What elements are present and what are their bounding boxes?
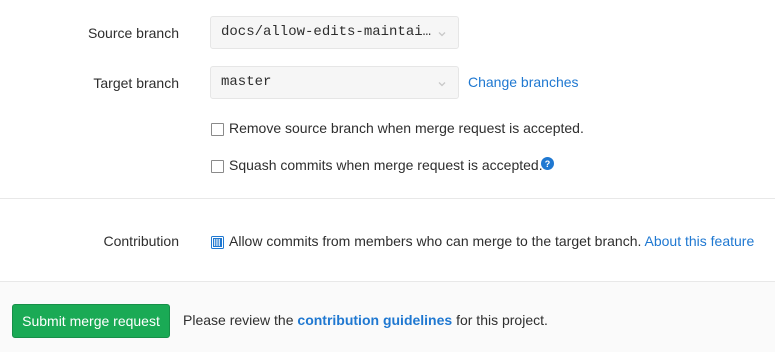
source-branch-select[interactable]: docs/allow-edits-maintainers [210,16,459,49]
note-before-text: Please review the [183,312,294,328]
target-branch-label: Target branch [93,75,179,91]
remove-source-branch-checkbox[interactable] [211,123,224,136]
source-branch-value: docs/allow-edits-maintainers [221,24,433,40]
allow-commits-text: Allow commits from members who can merge… [229,233,642,249]
about-this-feature-link[interactable]: About this feature [645,233,755,249]
contribution-guidelines-link[interactable]: contribution guidelines [297,312,452,328]
remove-source-branch-label: Remove source branch when merge request … [229,120,584,136]
section-divider [0,198,775,199]
squash-commits-checkbox[interactable] [211,160,224,173]
chevron-down-icon [438,32,446,37]
submit-merge-request-button[interactable]: Submit merge request [12,304,170,338]
note-after-text: for this project. [456,312,548,328]
question-circle-icon[interactable]: ? [541,157,554,170]
chevron-down-icon [438,82,446,87]
contribution-label: Contribution [103,233,180,249]
change-branches-link[interactable]: Change branches [468,74,579,90]
target-branch-select[interactable]: master [210,66,459,99]
source-branch-label: Source branch [87,25,179,41]
svg-text:?: ? [545,159,551,169]
target-branch-value: master [221,74,272,90]
allow-commits-label: Allow commits from members who can merge… [229,233,754,249]
allow-commits-checkbox[interactable] [211,236,224,249]
squash-commits-label: Squash commits when merge request is acc… [229,157,543,173]
contribution-guidelines-note: Please review the contribution guideline… [183,312,548,328]
form-actions-footer: Submit merge request Please review the c… [0,281,775,352]
